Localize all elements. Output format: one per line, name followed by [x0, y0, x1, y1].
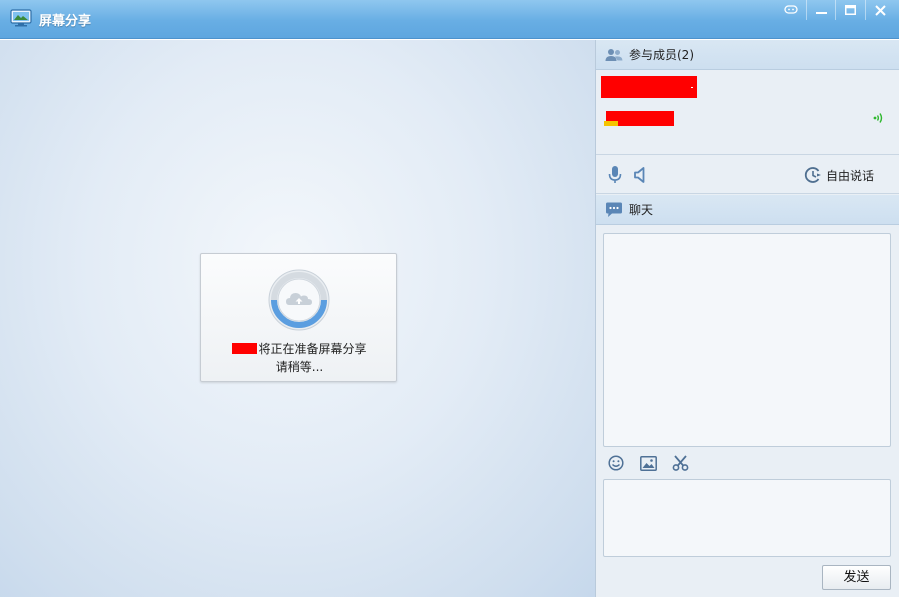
- share-status-text: 将正在准备屏幕分享: [258, 342, 367, 356]
- chat-bubble-icon: [784, 5, 798, 14]
- free-talk-icon: [804, 167, 821, 183]
- member-row[interactable]: [596, 105, 899, 131]
- share-status-message: 将正在准备屏幕分享: [201, 340, 398, 357]
- redacted-member-name: [604, 111, 674, 126]
- send-button[interactable]: 发送: [822, 565, 891, 590]
- chat-icon: [606, 202, 622, 217]
- screenshot-button[interactable]: [671, 454, 689, 472]
- maximize-button[interactable]: [835, 0, 865, 20]
- feedback-button[interactable]: [776, 0, 806, 20]
- members-icon: [605, 48, 623, 61]
- microphone-icon[interactable]: [607, 165, 623, 185]
- chat-header: 聊天: [596, 195, 899, 225]
- window-title: 屏幕分享: [39, 14, 92, 29]
- chat-history[interactable]: [603, 233, 891, 447]
- close-icon: [874, 4, 886, 16]
- scissors-icon: [672, 455, 688, 471]
- redacted-member-name: [601, 76, 697, 98]
- smiley-icon: [608, 455, 624, 471]
- screen-share-app-icon: [10, 9, 32, 27]
- emoji-button[interactable]: [607, 454, 625, 472]
- close-button[interactable]: [865, 0, 895, 20]
- voice-controls: 自由说话: [596, 156, 899, 194]
- cloud-upload-progress-icon: [268, 269, 330, 331]
- chat-title: 聊天: [629, 203, 654, 217]
- member-row[interactable]: [596, 71, 899, 98]
- speaker-icon[interactable]: [633, 166, 647, 184]
- members-list: [596, 71, 899, 155]
- image-button[interactable]: [639, 454, 657, 472]
- redacted-username: [232, 343, 258, 354]
- side-panel: 参与成员(2) 自由说话 聊天 发送: [595, 40, 899, 597]
- minimize-button[interactable]: [806, 0, 836, 20]
- share-status-card: 将正在准备屏幕分享 请稍等...: [200, 253, 397, 382]
- chat-toolbar: [596, 452, 899, 476]
- title-bar: 屏幕分享: [0, 0, 899, 39]
- members-title: 参与成员(2): [629, 48, 694, 62]
- image-icon: [639, 455, 657, 471]
- maximize-icon: [844, 5, 856, 15]
- minimize-icon: [815, 12, 827, 14]
- screen-share-area: 将正在准备屏幕分享 请稍等...: [0, 40, 595, 597]
- please-wait-text: 请稍等...: [275, 360, 324, 374]
- free-talk-toggle[interactable]: 自由说话: [804, 166, 874, 184]
- members-header: 参与成员(2): [596, 40, 899, 70]
- chat-input[interactable]: [603, 479, 891, 557]
- free-talk-label: 自由说话: [826, 168, 875, 183]
